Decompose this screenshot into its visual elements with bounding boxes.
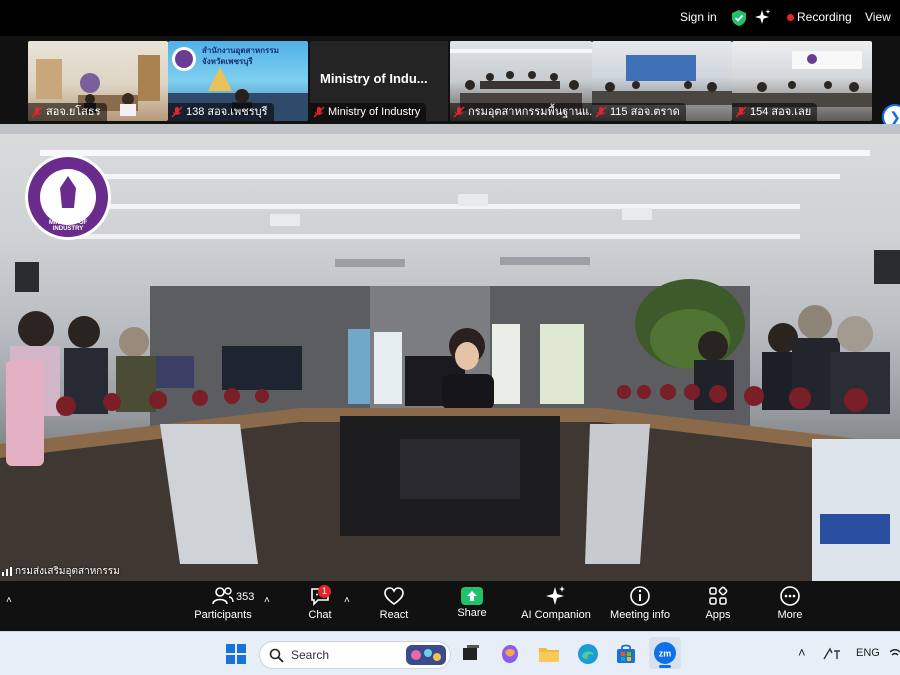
windows-start-icon[interactable]: [224, 642, 248, 666]
search-placeholder: Search: [291, 648, 330, 662]
share-label: Share: [457, 607, 487, 619]
react-label: React: [379, 609, 409, 621]
apps-button[interactable]: Apps: [699, 585, 737, 621]
chat-unread-badge: 1: [318, 585, 331, 598]
encryption-shield-icon[interactable]: [731, 9, 747, 27]
tray-overflow-caret[interactable]: ˄: [798, 645, 806, 660]
speaker-video-scene: [0, 124, 900, 581]
svg-text:zm: zm: [659, 649, 672, 659]
meeting-info-button[interactable]: Meeting info: [606, 585, 674, 621]
taskbar-search-box[interactable]: Search: [259, 641, 451, 669]
task-view-icon[interactable]: [459, 642, 483, 666]
search-icon: [269, 648, 284, 663]
share-button[interactable]: Share: [452, 585, 492, 619]
more-button[interactable]: More: [771, 585, 809, 621]
participants-label: Participants: [194, 609, 252, 621]
more-label: More: [777, 609, 803, 621]
logo-text: MINISTRY OF INDUSTRY: [48, 220, 88, 232]
participant-name: 115 สอจ.ตราด: [610, 106, 680, 118]
tile-sign-text: สำนักงานอุตสาหกรรม จังหวัดเพชรบุรี: [202, 46, 279, 66]
participant-caption-3: Ministry of Industry: [310, 103, 427, 121]
audio-options-caret[interactable]: ˄: [6, 595, 12, 606]
participant-tile-2[interactable]: สำนักงานอุตสาหกรรม จังหวัดเพชรบุรี 138 ส…: [168, 41, 308, 121]
heart-icon: [384, 587, 404, 605]
share-screen-icon: [461, 587, 483, 605]
speaker-name: กรมส่งเสริมอุตสาหกรรม: [15, 566, 120, 577]
participant-name: 138 สอจ.เพชรบุรี: [186, 106, 268, 118]
participant-display-name: Ministry of Indu...: [320, 71, 428, 86]
participant-caption-4: กรมอุตสาหกรรมพื้นฐานแ...: [450, 103, 592, 121]
participant-tile-3[interactable]: Ministry of Indu... Ministry of Industry: [310, 41, 448, 121]
ai-companion-button[interactable]: AI Companion: [518, 585, 594, 621]
participant-caption-6: 154 สอจ.เลย: [732, 103, 818, 121]
meeting-info-label: Meeting info: [610, 609, 670, 621]
participant-tile-4[interactable]: กรมอุตสาหกรรมพื้นฐานแ...: [450, 41, 592, 121]
participant-tile-1[interactable]: สอจ.ยโสธร: [28, 41, 168, 121]
participant-count: 353: [236, 591, 255, 603]
participants-icon: [212, 587, 234, 605]
wifi-icon[interactable]: [890, 646, 900, 660]
ai-companion-label: AI Companion: [521, 609, 591, 621]
muted-mic-icon: [313, 106, 325, 118]
search-highlight-image: [406, 645, 446, 665]
react-button[interactable]: React: [373, 585, 415, 621]
participant-caption-5: 115 สอจ.ตราด: [592, 103, 686, 121]
view-button[interactable]: View: [865, 10, 891, 24]
participant-name: สอจ.ยโสธร: [46, 106, 101, 118]
ai-sparkle-icon[interactable]: [755, 8, 771, 26]
active-speaker-video[interactable]: MINISTRY OF INDUSTRY กรมส่งเสริมอุตสาหกร…: [0, 124, 900, 581]
recording-indicator[interactable]: Recording: [797, 10, 852, 24]
apps-icon: [709, 586, 728, 605]
muted-mic-icon: [453, 106, 465, 118]
chat-label: Chat: [308, 609, 332, 621]
windows-taskbar: Search zm ˄ ENG: [0, 631, 900, 675]
participants-caret[interactable]: ˄: [264, 595, 270, 606]
microsoft-store-icon[interactable]: [614, 642, 638, 666]
muted-mic-icon: [171, 106, 183, 118]
meeting-topbar: Sign in Recording View: [0, 0, 900, 36]
language-indicator[interactable]: ENG: [856, 647, 880, 659]
muted-mic-icon: [595, 106, 607, 118]
chat-caret[interactable]: ˄: [344, 595, 350, 606]
participant-caption-2: 138 สอจ.เพชรบุรี: [168, 103, 274, 121]
participant-tile-6[interactable]: 154 สอจ.เลย: [732, 41, 872, 121]
connection-bars-icon: [2, 567, 12, 576]
participant-caption-1: สอจ.ยโสธร: [28, 103, 107, 121]
ai-companion-icon: [546, 586, 565, 605]
zoom-app-icon: zm: [654, 642, 676, 664]
copilot-icon[interactable]: [498, 642, 522, 666]
info-icon: [630, 586, 650, 606]
meeting-toolbar: ˄ Participants 353 ˄ 1 Chat ˄ React Shar…: [0, 581, 900, 631]
apps-label: Apps: [705, 609, 731, 621]
zoom-app-active-indicator[interactable]: zm: [649, 637, 681, 669]
participant-name: กรมอุตสาหกรรมพื้นฐานแ...: [468, 106, 592, 118]
edge-browser-icon[interactable]: [576, 642, 600, 666]
video-filmstrip: สอจ.ยโสธร สำนักงานอุตสาหกรรม จังหวัดเพชร…: [0, 36, 900, 130]
active-speaker-label: กรมส่งเสริมอุตสาหกรรม: [2, 564, 120, 579]
recording-dot: [787, 14, 794, 21]
muted-mic-icon: [735, 106, 747, 118]
input-indicator-icon[interactable]: [822, 645, 842, 663]
more-icon: [780, 586, 800, 606]
chat-button[interactable]: 1 Chat: [298, 585, 342, 621]
participant-tile-5[interactable]: 115 สอจ.ตราด: [592, 41, 732, 121]
muted-mic-icon: [31, 106, 43, 118]
sign-in-link[interactable]: Sign in: [680, 10, 717, 24]
participant-name: Ministry of Industry: [328, 106, 421, 118]
participant-name: 154 สอจ.เลย: [750, 106, 812, 118]
file-explorer-icon[interactable]: [537, 642, 561, 666]
